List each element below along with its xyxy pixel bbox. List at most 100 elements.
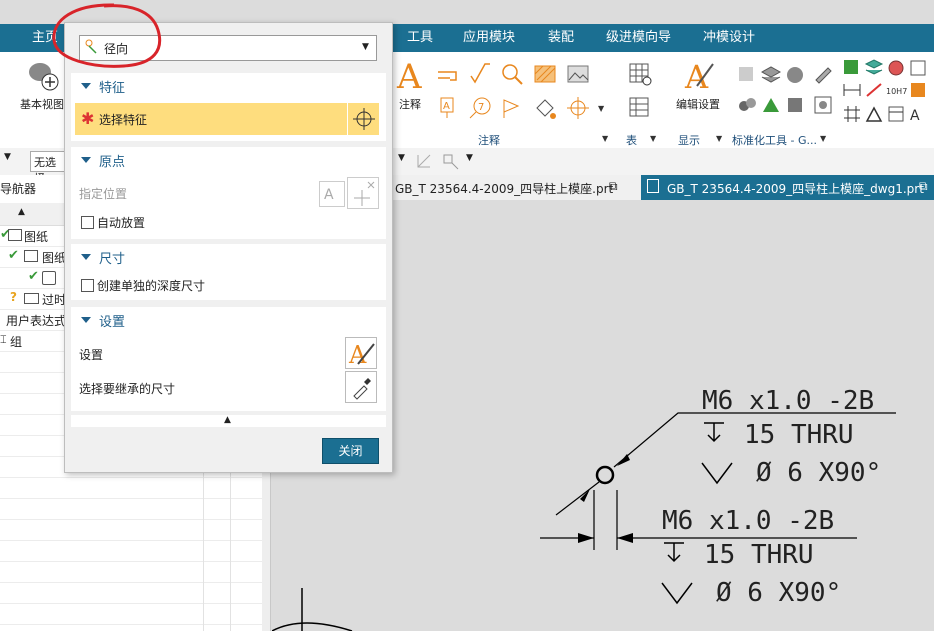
tree-row [0, 604, 262, 625]
collapse-icon[interactable] [81, 317, 91, 323]
dim-icon-3[interactable] [908, 80, 932, 104]
section-title: 原点 [99, 155, 126, 170]
eyedropper-icon[interactable] [345, 371, 377, 403]
feature-control-frame-icon[interactable] [436, 62, 460, 86]
type-filter-select[interactable]: 无选择 [30, 151, 66, 185]
tree-row [0, 520, 262, 541]
triangle-icon[interactable] [864, 104, 888, 128]
collapse-icon[interactable] [81, 254, 91, 260]
column-divider [230, 465, 231, 631]
grid-icon[interactable] [842, 104, 866, 128]
snap-dropdown[interactable]: ▼ [398, 153, 405, 163]
annotation-icon[interactable]: A [395, 57, 427, 97]
chevron-up-icon: ▲ [224, 415, 231, 425]
table-group-dropdown[interactable]: ▼ [650, 134, 656, 143]
target-point-icon[interactable] [500, 96, 524, 120]
center-mark-icon[interactable] [566, 96, 590, 120]
tree-label: 过时 [42, 293, 67, 307]
surface-finish-icon[interactable] [468, 62, 492, 86]
datum-feature-icon[interactable]: A [436, 96, 460, 120]
hatch-icon[interactable] [533, 62, 557, 86]
id-symbol-icon[interactable]: 7 [468, 96, 492, 120]
doc-tab-part[interactable]: GB_T 23564.4-2009_四导柱上模座.prt ⧉ [391, 175, 641, 200]
fill-icon[interactable] [533, 96, 557, 120]
table-group-label: 表 [626, 134, 637, 147]
edit-settings-icon[interactable]: A [683, 58, 715, 96]
feature-crosshair-icon[interactable] [347, 103, 380, 135]
std-tool-7-icon[interactable] [784, 94, 808, 118]
settings-icon[interactable]: A [345, 337, 377, 369]
inherit-dimension-label: 选择要继承的尺寸 [79, 382, 176, 396]
select-feature-row[interactable]: ✱ 选择特征 [75, 103, 379, 135]
tab-progressive-die[interactable]: 级进模向导 [606, 24, 671, 52]
doc-tab-label: GB_T 23564.4-2009_四导柱上模座.prt [395, 182, 614, 196]
specify-location-label: 指定位置 [79, 187, 128, 201]
layer-icon-1[interactable] [842, 58, 866, 82]
tab-application[interactable]: 应用模块 [463, 24, 515, 52]
hole-callout-dialog: 径向 ▼ 特征 ✱ 选择特征 原点 指定位置 A 自动放置 尺寸 创建单独的深度… [64, 22, 393, 473]
select-feature-label: 选择特征 [99, 113, 148, 127]
sort-asc-icon[interactable]: ▲ [18, 207, 25, 217]
dim-icon-1[interactable] [842, 80, 866, 104]
annotation-group-dropdown[interactable]: ▼ [602, 134, 608, 143]
snap-point-icon[interactable] [414, 151, 434, 171]
expand-more-toggle[interactable]: ▲ [71, 415, 386, 427]
std-tool-6-icon[interactable] [760, 94, 784, 118]
annotation-more-dropdown[interactable]: ▼ [598, 104, 604, 113]
close-button[interactable]: 关闭 [322, 438, 379, 464]
text-style-icon[interactable]: A [908, 104, 932, 128]
tab-tools[interactable]: 工具 [407, 24, 433, 52]
auto-place-checkbox[interactable] [81, 216, 94, 229]
doc-tab-close-icon[interactable]: ⧉ [609, 179, 618, 194]
doc-tab-drawing[interactable]: GB_T 23564.4-2009_四导柱上模座_dwg1.prt ⧉ [641, 175, 934, 200]
collapse-icon[interactable] [81, 157, 91, 163]
image-icon[interactable] [566, 62, 590, 86]
standard-tools-dropdown[interactable]: ▼ [820, 134, 826, 143]
annotation-label: 注释 [399, 98, 421, 111]
layer-icon-3[interactable] [886, 58, 910, 82]
std-tool-1-icon[interactable] [736, 64, 760, 88]
create-depth-label: 创建单独的深度尺寸 [97, 279, 206, 293]
tree-row [0, 478, 262, 499]
dim-icon-2[interactable] [864, 80, 888, 104]
svg-text:A: A [910, 108, 920, 124]
dimension-section: 尺寸 创建单独的深度尺寸 [71, 244, 386, 300]
tree-row [0, 499, 262, 520]
origin-tool-icon[interactable]: A [319, 181, 345, 207]
std-tool-8-icon[interactable] [812, 94, 836, 118]
edit-settings-label: 编辑设置 [676, 98, 720, 111]
snap-more-dropdown[interactable]: ▼ [466, 153, 473, 163]
std-tool-3-icon[interactable] [784, 64, 808, 88]
snap-end-icon[interactable] [440, 151, 460, 171]
layer-icon-4[interactable] [908, 58, 932, 82]
drawing-icon [8, 229, 22, 241]
callout-1-countersink: Ø 6 X90° [756, 458, 882, 488]
table-icon[interactable] [628, 62, 652, 86]
create-depth-checkbox[interactable] [81, 279, 94, 292]
zoom-annotation-icon[interactable] [500, 62, 524, 86]
layer-icon-2[interactable] [864, 58, 888, 82]
parts-list-icon[interactable] [628, 96, 652, 120]
tab-die-design[interactable]: 冲模设计 [703, 24, 755, 52]
callout-2-countersink: Ø 6 X90° [716, 578, 842, 608]
point-dialog-icon[interactable] [347, 177, 379, 209]
display-group-dropdown[interactable]: ▼ [716, 134, 722, 143]
std-tool-5-icon[interactable] [736, 94, 760, 118]
sheet-icon[interactable] [886, 104, 910, 128]
tab-assembly[interactable]: 装配 [548, 24, 574, 52]
toolbar-menu-dropdown[interactable]: ▼ [4, 152, 11, 162]
feature-section: 特征 ✱ 选择特征 [71, 73, 386, 141]
drawing-file-icon [647, 179, 659, 193]
doc-tab-close-icon[interactable]: ⧉ [919, 179, 928, 194]
svg-text:10H7: 10H7 [886, 87, 907, 96]
column-divider [203, 465, 204, 631]
section-title: 设置 [99, 315, 126, 330]
check-icon: ✔ [8, 248, 19, 263]
std-tool-2-icon[interactable] [760, 64, 784, 88]
tree-row [0, 541, 262, 562]
std-tool-4-icon[interactable] [812, 64, 836, 88]
tolerance-icon[interactable]: 10H7 [886, 80, 910, 104]
tree-row [0, 583, 262, 604]
question-icon: ? [10, 290, 17, 304]
collapse-icon[interactable] [81, 83, 91, 89]
